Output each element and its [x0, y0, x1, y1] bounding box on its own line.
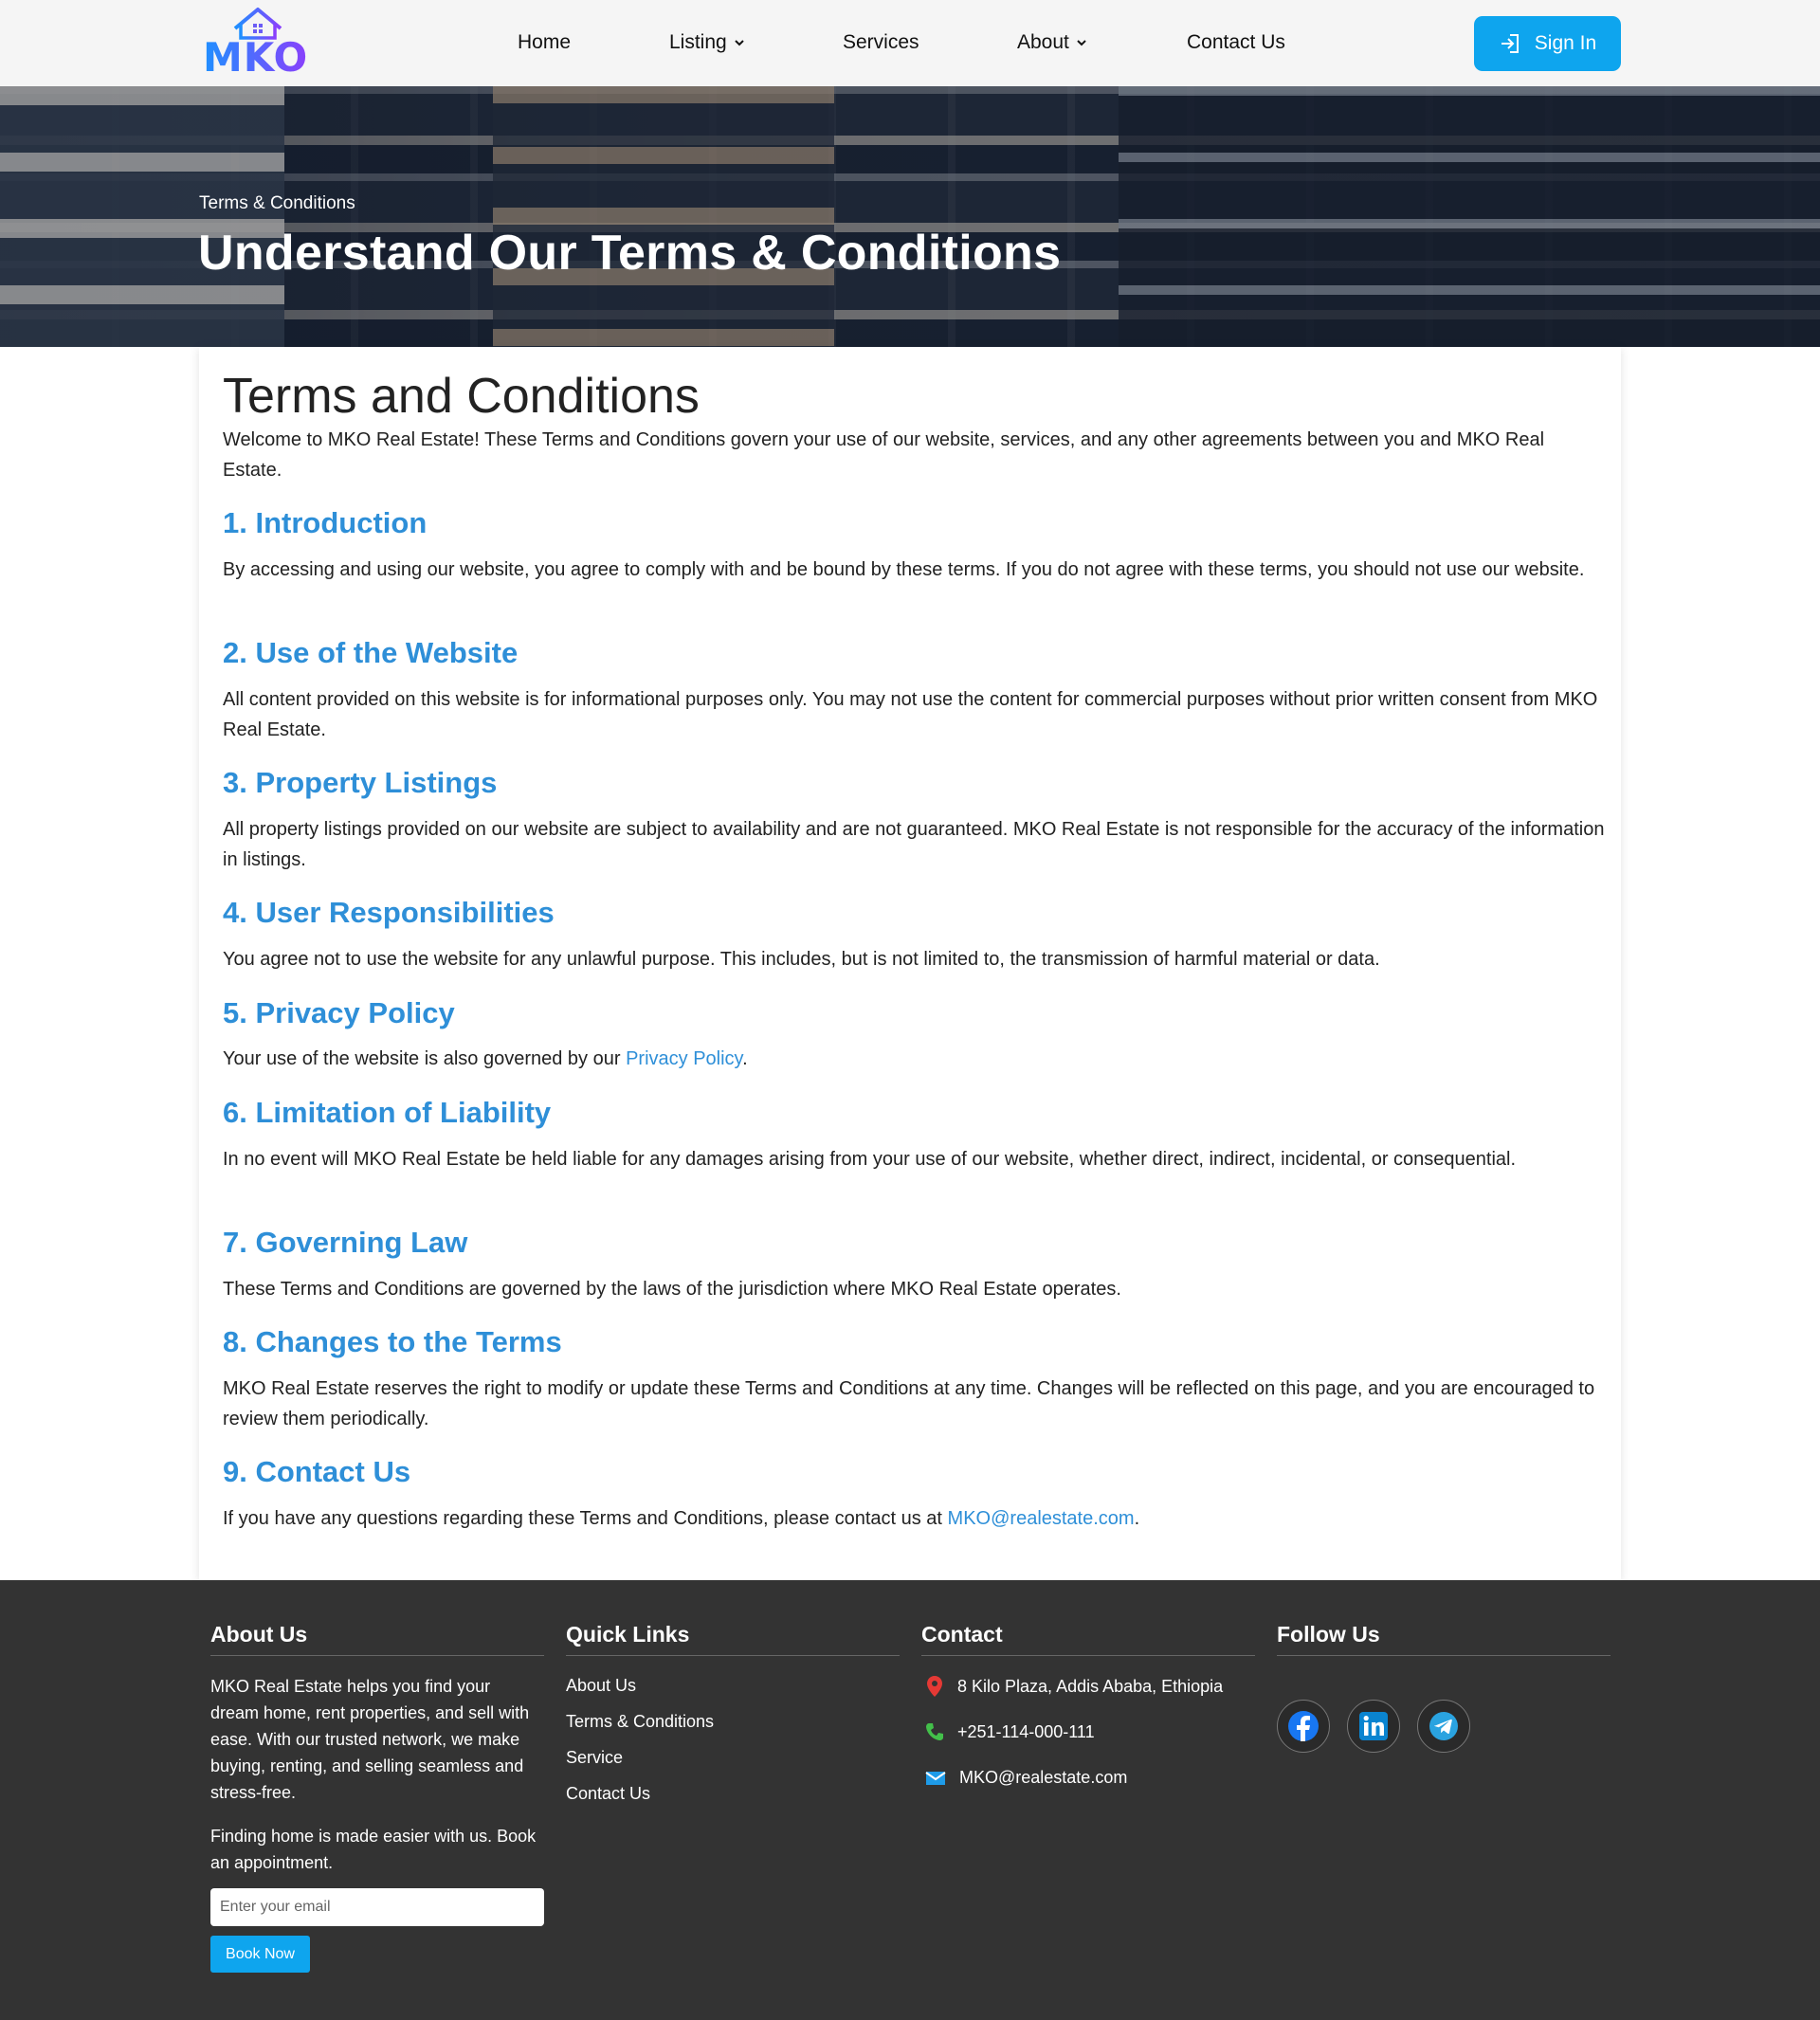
- contact-email-link[interactable]: MKO@realestate.com: [948, 1508, 1135, 1529]
- email-field[interactable]: [210, 1888, 544, 1926]
- intro-text: Welcome to MKO Real Estate! These Terms …: [223, 429, 1545, 481]
- divider: [921, 1655, 1255, 1656]
- section-heading: 5. Privacy Policy: [223, 996, 455, 1029]
- section-body: You agree not to use the website for any…: [223, 949, 1380, 970]
- divider: [210, 1655, 544, 1656]
- footer-about-heading: About Us: [210, 1622, 308, 1647]
- footer-contact-heading: Contact: [921, 1622, 1003, 1647]
- mail-icon: [925, 1771, 946, 1785]
- book-now-button[interactable]: Book Now: [210, 1936, 310, 1973]
- footer-link-service[interactable]: Service: [566, 1748, 623, 1768]
- section-body: MKO Real Estate reserves the right to mo…: [223, 1378, 1595, 1429]
- footer-link-about[interactable]: About Us: [566, 1676, 636, 1696]
- section-heading: 1. Introduction: [223, 506, 428, 539]
- facebook-button[interactable]: [1277, 1700, 1330, 1753]
- nav-listing-label: Listing: [669, 31, 727, 53]
- contact-phone-text: +251-114-000-111: [957, 1721, 1095, 1741]
- section-body-text: Your use of the website is also governed…: [223, 1048, 627, 1069]
- nav-home-label: Home: [518, 31, 572, 53]
- facebook-icon: [1288, 1711, 1319, 1741]
- section-heading: 8. Changes to the Terms: [223, 1325, 562, 1358]
- section-heading: 4. User Responsibilities: [223, 896, 555, 929]
- nav-home[interactable]: Home: [518, 28, 571, 57]
- footer-follow-heading: Follow Us: [1277, 1622, 1380, 1647]
- sign-in-label: Sign In: [1534, 32, 1597, 54]
- section-body: If you have any questions regarding thes…: [223, 1503, 1607, 1534]
- section-body: These Terms and Conditions are governed …: [223, 1279, 1121, 1300]
- linkedin-icon: [1359, 1712, 1388, 1740]
- contact-address: 8 Kilo Plaza, Addis Ababa, Ethiopia: [925, 1675, 1223, 1698]
- footer-link-terms[interactable]: Terms & Conditions: [566, 1712, 714, 1732]
- footer-quick-links-heading: Quick Links: [566, 1622, 690, 1647]
- chevron-down-icon: [734, 40, 744, 46]
- privacy-policy-link[interactable]: Privacy Policy: [626, 1048, 742, 1069]
- linkedin-button[interactable]: [1347, 1700, 1400, 1753]
- footer-link-contact[interactable]: Contact Us: [566, 1784, 650, 1804]
- footer: About Us MKO Real Estate helps you find …: [0, 1580, 1820, 2020]
- section-heading: 6. Limitation of Liability: [223, 1096, 552, 1129]
- contact-address-text: 8 Kilo Plaza, Addis Ababa, Ethiopia: [957, 1676, 1224, 1696]
- hero-banner: Terms & Conditions Understand Our Terms …: [0, 86, 1820, 347]
- section-heading: 9. Contact Us: [223, 1455, 411, 1488]
- sign-in-icon: [1501, 34, 1519, 53]
- nav-services[interactable]: Services: [843, 28, 919, 57]
- section-heading: 2. Use of the Website: [223, 636, 519, 669]
- footer-about-text: MKO Real Estate helps you find your drea…: [210, 1677, 530, 1802]
- telegram-icon: [1429, 1712, 1458, 1740]
- navbar: MKO Home Listing Services About Contact …: [0, 0, 1820, 86]
- contact-email-text[interactable]: MKO@realestate.com: [959, 1768, 1127, 1788]
- location-pin-icon: [927, 1676, 942, 1697]
- telegram-button[interactable]: [1417, 1700, 1470, 1753]
- phone-icon: [926, 1723, 943, 1740]
- terms-card: Terms and Conditions Welcome to MKO Real…: [199, 347, 1621, 1580]
- nav-contact[interactable]: Contact Us: [1187, 28, 1285, 57]
- section-body: Your use of the website is also governed…: [223, 1044, 1607, 1074]
- sign-in-button[interactable]: Sign In: [1474, 16, 1621, 71]
- nav-services-label: Services: [843, 31, 919, 53]
- section-body-text: .: [1134, 1508, 1140, 1529]
- hero-title: Understand Our Terms & Conditions: [198, 226, 1062, 281]
- nav-about[interactable]: About: [1017, 28, 1088, 57]
- footer-appointment-text: Finding home is made easier with us. Boo…: [210, 1827, 537, 1872]
- breadcrumb: Terms & Conditions: [199, 193, 355, 213]
- contact-phone: +251-114-000-111: [925, 1721, 1095, 1742]
- section-heading: 7. Governing Law: [223, 1226, 468, 1259]
- nav-about-label: About: [1017, 31, 1069, 53]
- section-heading: 3. Property Listings: [223, 766, 498, 799]
- section-body-text: .: [742, 1048, 748, 1069]
- contact-email: MKO@realestate.com: [925, 1768, 1127, 1788]
- section-body: In no event will MKO Real Estate be held…: [223, 1149, 1517, 1170]
- divider: [566, 1655, 900, 1656]
- chevron-down-icon: [1077, 40, 1086, 46]
- hero-overlay: [0, 86, 1820, 347]
- nav-contact-label: Contact Us: [1187, 31, 1285, 53]
- section-body: All property listings provided on our we…: [223, 819, 1605, 870]
- section-body-text: If you have any questions regarding thes…: [223, 1508, 948, 1529]
- nav-listing[interactable]: Listing: [669, 28, 746, 57]
- section-body: All content provided on this website is …: [223, 689, 1598, 740]
- section-body: By accessing and using our website, you …: [223, 559, 1585, 580]
- divider: [1277, 1655, 1611, 1656]
- page-title: Terms and Conditions: [223, 369, 700, 424]
